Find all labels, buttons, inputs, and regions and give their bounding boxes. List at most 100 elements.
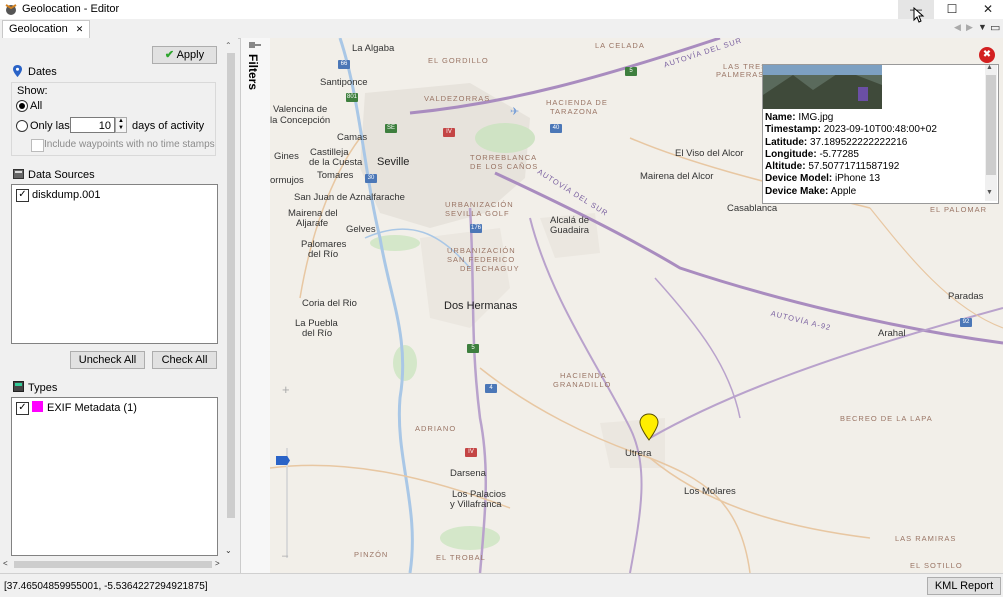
map-place-label: Los Molares (684, 486, 736, 497)
maximize-button[interactable]: ☐ (934, 0, 970, 19)
map-place-label: Gines (274, 151, 299, 162)
waypoint-marker-icon[interactable] (639, 413, 659, 441)
road-shield: 5 (625, 67, 637, 76)
panel-horizontal-scrollbar[interactable]: < > (0, 558, 225, 571)
map-area-label: TARAZONA (550, 107, 599, 116)
map-area-label: LA CELADA (595, 41, 645, 50)
map-area-label: GRANADILLO (553, 380, 612, 389)
map-place-label: Tomares (317, 170, 354, 181)
only-last-radio[interactable] (16, 120, 28, 132)
map-area-label: DE LOS CAÑOS (470, 162, 539, 171)
horizontal-scroll-thumb[interactable] (14, 561, 212, 568)
uncheck-all-button[interactable]: Uncheck All (70, 351, 145, 369)
zoom-in-button[interactable]: + (282, 382, 290, 397)
map-place-label: Coria del Rio (302, 298, 357, 309)
map-place-label: Gelves (346, 224, 376, 235)
road-shield: 176 (470, 224, 482, 233)
popup-field-device-make: Device Make: Apple (765, 185, 857, 197)
scroll-left-icon[interactable]: < (3, 559, 8, 568)
waypoint-details-popup: Name: IMG.jpg Timestamp: 2023-09-10T00:4… (762, 64, 999, 204)
tab-close-icon[interactable]: ✕ (76, 24, 84, 34)
road-shield: 30 (365, 174, 377, 183)
map-pin-icon (13, 65, 22, 77)
types-list: ✓ EXIF Metadata (1) (11, 397, 218, 556)
tab-label: Geolocation (9, 23, 68, 35)
filter-icon (249, 42, 261, 48)
panel-vertical-scrollbar[interactable]: ⌃ ⌄ (225, 41, 237, 558)
data-sources-list: ✓ diskdump.001 (11, 184, 218, 344)
popup-scroll-up-icon[interactable]: ▲ (986, 64, 993, 71)
popup-scroll-down-icon[interactable]: ▼ (986, 189, 993, 196)
tab-right-arrow-icon[interactable]: ▶ (966, 22, 973, 33)
map-place-label: San Juan de Aznalfarache (294, 192, 405, 203)
filter-panel: ✔ Apply Dates Show: All Only last 10 ▲ ▼ … (0, 38, 238, 573)
map-place-label: de la Cuesta (309, 157, 363, 168)
popup-scrollbar[interactable]: ▲ ▼ (985, 64, 997, 201)
map-place-label: Arahal (878, 328, 906, 339)
scroll-down-icon[interactable]: ⌄ (225, 546, 232, 555)
apply-button[interactable]: ✔ Apply (152, 46, 217, 64)
map-place-label: Camas (337, 132, 368, 143)
road-shield: IV (443, 128, 455, 137)
popup-scroll-thumb[interactable] (986, 75, 996, 175)
type-label: EXIF Metadata (1) (47, 402, 137, 414)
dates-heading: Dates (28, 66, 57, 78)
data-source-checkbox[interactable]: ✓ (16, 189, 29, 202)
map-area-label: BECREO DE LA LAPA (840, 414, 933, 423)
restore-panel-icon[interactable]: ▭ (990, 21, 1000, 34)
map-area-label: SAN FEDERICO (447, 255, 516, 264)
zoom-out-button[interactable]: – (282, 550, 288, 562)
road-shield: 66 (338, 60, 350, 69)
kml-report-button[interactable]: KML Report (927, 577, 1001, 595)
include-waypoints-checkbox[interactable] (31, 139, 44, 152)
days-input[interactable]: 10 (70, 117, 115, 133)
days-stepper[interactable]: ▲ ▼ (115, 117, 127, 133)
tab-strip (0, 19, 1003, 39)
days-suffix-label: days of activity (132, 120, 205, 132)
map-place-label: Guadaira (550, 225, 590, 236)
map-place-label: El Viso del Alcor (675, 148, 744, 159)
scroll-right-icon[interactable]: > (215, 559, 220, 568)
map-place-label: Casablanca (727, 203, 778, 214)
popup-field-latitude: Latitude: 37.189522222222216 (765, 136, 908, 148)
popup-close-icon[interactable]: ✖ (979, 47, 995, 63)
airport-icon: ✈ (510, 106, 520, 118)
check-all-button[interactable]: Check All (152, 351, 217, 369)
map-area-label: EL GORDILLO (428, 56, 489, 65)
tab-geolocation[interactable]: Geolocation ✕ (2, 20, 91, 39)
map-area-label: TORREBLANCA (470, 153, 538, 162)
popup-field-altitude: Altitude: 57.50771711587192 (765, 161, 900, 173)
map-place-label: Mairena del Alcor (640, 171, 714, 182)
popup-fields: Name: IMG.jpg Timestamp: 2023-09-10T00:4… (765, 112, 937, 198)
popup-field-device-model: Device Model: iPhone 13 (765, 173, 881, 185)
road-shield: 92 (960, 318, 972, 327)
scroll-up-icon[interactable]: ⌃ (225, 41, 232, 50)
tab-left-arrow-icon[interactable]: ◀ (954, 22, 961, 33)
tab-list-dropdown-icon[interactable]: ▼ (978, 22, 987, 32)
vertical-scroll-thumb[interactable] (227, 53, 235, 518)
types-heading: Types (28, 382, 58, 394)
filters-sidebar-tab[interactable]: Filters (240, 38, 271, 573)
map-place-label: Paradas (948, 291, 984, 302)
all-label: All (30, 100, 43, 112)
map-place-label: Valencina de (273, 104, 328, 115)
map-area-label: EL SOTILLO (910, 561, 963, 570)
type-checkbox[interactable]: ✓ (16, 402, 29, 415)
map-place-label: Darsena (450, 468, 486, 479)
map-area-label: LAS RAMIRAS (895, 534, 957, 543)
map-area-label: EL TROBAL (436, 553, 486, 562)
map-area-label: SEVILLA GOLF (445, 209, 510, 218)
popup-field-name: Name: IMG.jpg (765, 112, 834, 123)
status-bar: [37.46504859955001, -5.5364227294921875]… (0, 573, 1003, 597)
mouse-cursor-icon (913, 7, 925, 23)
filters-label: Filters (246, 54, 260, 91)
map-place-label: ormujos (270, 175, 304, 186)
map-area-label: URBANIZACIÓN (447, 246, 516, 255)
zoom-slider-handle[interactable] (276, 456, 290, 465)
all-radio[interactable] (16, 100, 28, 112)
close-button[interactable]: ✕ (970, 0, 1003, 19)
data-sources-heading: Data Sources (28, 169, 95, 181)
map-place-label: y Villafranca (450, 499, 502, 510)
map-area-label: HACIENDA DE (546, 98, 608, 107)
map-place-label: la Concepción (270, 115, 331, 126)
